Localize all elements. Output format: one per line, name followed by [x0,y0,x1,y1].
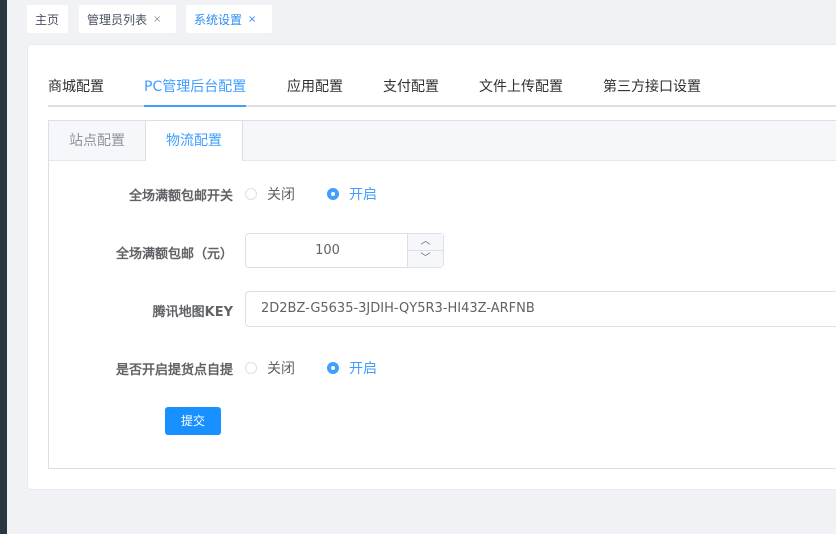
amount-value[interactable]: 100 [246,234,409,267]
tab-upload-config[interactable]: 文件上传配置 [479,75,563,105]
pickup-off-radio[interactable]: 关闭 [245,358,295,378]
free-shipping-on-radio[interactable]: 开启 [327,184,377,204]
tag-label: 管理员列表 [87,12,148,27]
settings-card: 商城配置 PC管理后台配置 应用配置 支付配置 文件上传配置 第三方接口设置 站… [27,44,836,490]
subtab-site-config[interactable]: 站点配置 [49,121,145,160]
radio-label: 关闭 [267,361,295,377]
submit-button[interactable]: 提交 [165,407,221,435]
free-shipping-switch-label: 全场满额包邮开关 [128,189,233,204]
free-shipping-off-radio[interactable]: 关闭 [245,184,295,204]
subtab-logistics-config[interactable]: 物流配置 [145,121,243,161]
sub-tabs: 站点配置 物流配置 [49,121,836,161]
radio-label: 开启 [349,187,377,203]
tab-payment-config[interactable]: 支付配置 [383,75,439,105]
tab-pc-admin-config[interactable]: PC管理后台配置 [144,75,247,107]
sub-panel: 站点配置 物流配置 全场满额包邮开关 关闭 开启 全场满额包邮（元） 100 ︿… [48,120,836,469]
radio-checked-icon [327,188,339,200]
free-shipping-amount-label: 全场满额包邮（元） [115,247,233,262]
tag-label: 系统设置 [194,12,243,27]
chevron-down-icon[interactable]: ﹀ [408,251,443,267]
tab-mall-config[interactable]: 商城配置 [48,75,104,105]
tab-app-config[interactable]: 应用配置 [287,75,343,105]
tag-home[interactable]: 主页 [27,5,68,33]
map-key-input[interactable]: 2D2BZ-G5635-3JDIH-QY5R3-HI43Z-ARFNB [245,291,836,327]
radio-circle-icon [245,362,257,374]
pickup-switch-label: 是否开启提货点自提 [115,363,233,378]
tag-system-settings[interactable]: 系统设置 × [186,5,272,33]
radio-circle-icon [245,188,257,200]
chevron-up-icon[interactable]: ︿ [408,234,443,251]
free-shipping-amount-stepper[interactable]: 100 ︿ ﹀ [245,233,444,268]
tag-admin-list[interactable]: 管理员列表 × [79,5,176,33]
tab-third-party-config[interactable]: 第三方接口设置 [603,75,701,105]
tags-bar: 主页 管理员列表 × 系统设置 × [7,0,836,42]
sidebar-edge [0,0,7,534]
map-key-label: 腾讯地图KEY [152,305,233,320]
pickup-on-radio[interactable]: 开启 [327,358,377,378]
stepper-controls: ︿ ﹀ [407,234,443,267]
close-icon[interactable]: × [153,14,161,25]
tag-label: 主页 [35,12,60,27]
radio-label: 开启 [349,361,377,377]
config-tabs: 商城配置 PC管理后台配置 应用配置 支付配置 文件上传配置 第三方接口设置 [48,75,836,107]
close-icon[interactable]: × [248,14,256,25]
radio-checked-icon [327,362,339,374]
radio-label: 关闭 [267,187,295,203]
